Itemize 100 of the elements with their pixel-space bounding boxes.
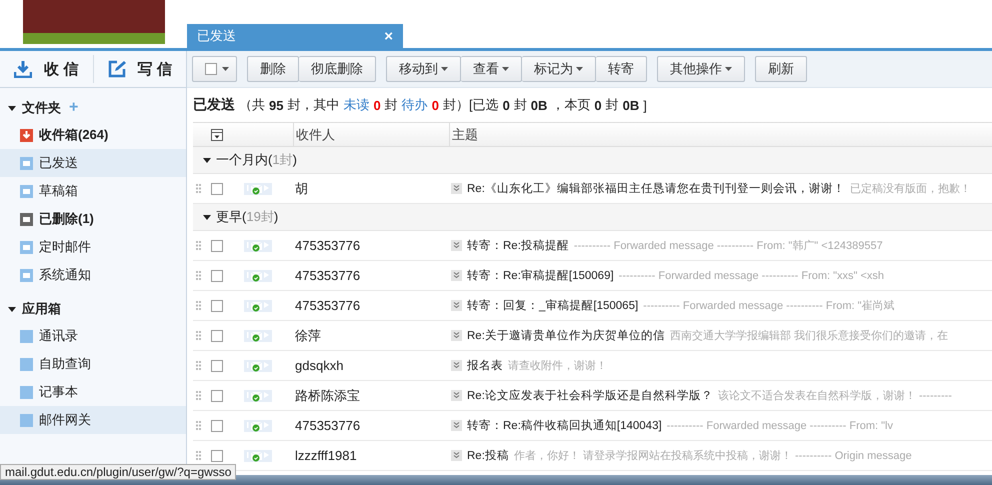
caret-icon <box>441 67 448 71</box>
mail-status-icon <box>244 270 272 282</box>
column-settings-icon[interactable] <box>210 128 222 140</box>
collapse-icon[interactable] <box>8 304 16 312</box>
expand-icon[interactable] <box>451 300 462 311</box>
toolbar-button[interactable]: 删除 <box>247 56 299 82</box>
mail-row[interactable]: 475353776 转寄：Re:审稿提醒[150069] ---------- Forwarded message ---------- From: "xxs" <xsh <box>193 261 992 291</box>
drag-handle-icon[interactable] <box>196 241 201 250</box>
column-header[interactable]: 收件人 <box>293 123 449 146</box>
summary-text: ] <box>643 98 647 112</box>
toolbar-button[interactable]: 转寄 <box>596 56 647 82</box>
folder-icon <box>20 184 33 198</box>
summary-link[interactable]: 未读 <box>343 96 370 114</box>
mail-row[interactable]: 徐萍 Re:关于邀请贵单位作为庆贺单位的信 西南交通大学学报编辑部 我们很乐意接受你们的邀请，在 <box>193 321 992 351</box>
toolbar-button[interactable]: 刷新 <box>755 56 807 82</box>
caret-icon <box>725 67 732 71</box>
mail-preview: 请查收附件，谢谢！ <box>508 359 607 373</box>
sidebar-item[interactable]: 已删除(1) <box>0 205 186 233</box>
mail-row[interactable]: 475353776 转寄：Re:稿件收稿回执通知[140043] ---------- Forwarded message ---------- From: "lv <box>193 411 992 441</box>
checkbox[interactable] <box>210 182 222 194</box>
mail-row[interactable]: 475353776 转寄：回复：_审稿提醒[150065] ---------- Forwarded message ---------- From: "崔尚斌 <box>193 291 992 321</box>
folder-icon <box>20 268 33 282</box>
recipient: 475353776 <box>294 268 362 283</box>
expand-icon[interactable] <box>451 240 462 251</box>
checkbox[interactable] <box>210 420 222 432</box>
checkbox[interactable] <box>210 450 222 462</box>
tab-title: 已发送 <box>197 27 236 45</box>
collapse-icon[interactable] <box>203 156 211 164</box>
summary-text: 封）[已选 <box>442 96 499 114</box>
folder-title: 已发送 <box>193 96 235 114</box>
mail-subject: 报名表 <box>467 358 503 373</box>
summary-count: 0 <box>432 98 439 112</box>
sidebar-item[interactable]: 系统通知 <box>0 261 186 289</box>
collapse-icon[interactable] <box>8 104 16 112</box>
summary-text: （共 <box>239 96 265 114</box>
group-title[interactable]: 应用箱 <box>22 300 61 318</box>
mail-status-icon <box>244 450 272 462</box>
expand-icon[interactable] <box>451 420 462 431</box>
mail-preview: 已定稿没有版面，抱歉！ <box>850 182 971 196</box>
sidebar-item[interactable]: 记事本 <box>0 378 186 406</box>
checkbox[interactable] <box>205 63 217 75</box>
checkbox[interactable] <box>210 390 222 402</box>
sidebar-item[interactable]: 已发送 <box>0 149 186 177</box>
dropdown-button[interactable]: 其他操作 <box>657 56 745 82</box>
toolbar-button[interactable]: 彻底删除 <box>299 56 376 82</box>
mail-subject: 转寄：Re:投稿提醒 <box>467 238 569 253</box>
select-dropdown[interactable] <box>192 56 237 82</box>
expand-icon[interactable] <box>451 360 462 371</box>
recipient: 胡 <box>294 180 309 198</box>
column-header[interactable]: 主题 <box>449 123 992 146</box>
expand-icon[interactable] <box>451 270 462 281</box>
expand-icon[interactable] <box>451 330 462 341</box>
checkbox[interactable] <box>210 270 222 282</box>
mail-preview: ---------- Forwarded message ---------- From: "韩广" <124389557 <box>574 238 883 253</box>
expand-icon[interactable] <box>451 390 462 401</box>
summary-count: 0 <box>373 98 381 112</box>
sidebar-item[interactable]: 草稿箱 <box>0 177 186 205</box>
drag-handle-icon[interactable] <box>196 391 201 400</box>
mail-status-icon <box>244 420 272 432</box>
group-title: 一个月内(1封) <box>216 151 297 169</box>
group-title[interactable]: 文件夹 <box>22 98 61 116</box>
summary-text: 封 <box>384 96 398 114</box>
receive-mail-button[interactable]: 收 信 <box>0 51 92 87</box>
checkbox[interactable] <box>210 330 222 342</box>
expand-icon[interactable] <box>451 450 462 461</box>
drag-handle-icon[interactable] <box>196 271 201 280</box>
sidebar-item[interactable]: 自助查询 <box>0 350 186 378</box>
folder-icon <box>20 240 33 254</box>
drag-handle-icon[interactable] <box>196 421 201 430</box>
mail-preview: 西南交通大学学报编辑部 我们很乐意接受你们的邀请，在 <box>670 328 948 343</box>
dropdown-button[interactable]: 查看 <box>461 56 522 82</box>
drag-handle-icon[interactable] <box>196 301 201 310</box>
checkbox[interactable] <box>210 300 222 312</box>
recipient: 徐萍 <box>294 326 322 344</box>
write-mail-button[interactable]: 写 信 <box>94 51 186 87</box>
mail-status-icon <box>244 240 272 252</box>
mail-row[interactable]: 475353776 转寄：Re:投稿提醒 ---------- Forwarded message ---------- From: "韩广" <124389557 <box>193 231 992 261</box>
collapse-icon[interactable] <box>203 213 211 221</box>
mail-subject: 转寄：Re:稿件收稿回执通知[140043] <box>467 418 662 433</box>
drag-handle-icon[interactable] <box>196 331 201 340</box>
mail-subject: Re:论文应发表于社会科学版还是自然科学版？ <box>467 388 713 403</box>
drag-handle-icon[interactable] <box>196 451 201 460</box>
recipient: gdsqkxh <box>294 358 344 373</box>
dropdown-button[interactable]: 移动到 <box>386 56 461 82</box>
drag-handle-icon[interactable] <box>196 184 201 193</box>
mail-row[interactable]: gdsqkxh 报名表 请查收附件，谢谢！ <box>193 351 992 381</box>
dropdown-button[interactable]: 标记为 <box>522 56 596 82</box>
sidebar-item[interactable]: 通讯录 <box>0 322 186 350</box>
drag-handle-icon[interactable] <box>196 361 201 370</box>
sidebar-item[interactable]: 收件箱(264) <box>0 121 186 149</box>
mail-row[interactable]: 路桥陈添宝 Re:论文应发表于社会科学版还是自然科学版？ 该论文不适合发表在自然科学版，谢谢！ --------- <box>193 381 992 411</box>
sidebar-item[interactable]: 定时邮件 <box>0 233 186 261</box>
expand-icon[interactable] <box>451 183 462 194</box>
app-icon <box>20 414 33 426</box>
mail-status-icon <box>244 390 272 402</box>
checkbox[interactable] <box>210 360 222 372</box>
sidebar-item[interactable]: 邮件网关 <box>0 406 186 434</box>
mail-status-icon <box>244 300 272 312</box>
checkbox[interactable] <box>210 240 222 252</box>
summary-link[interactable]: 待办 <box>402 96 428 114</box>
